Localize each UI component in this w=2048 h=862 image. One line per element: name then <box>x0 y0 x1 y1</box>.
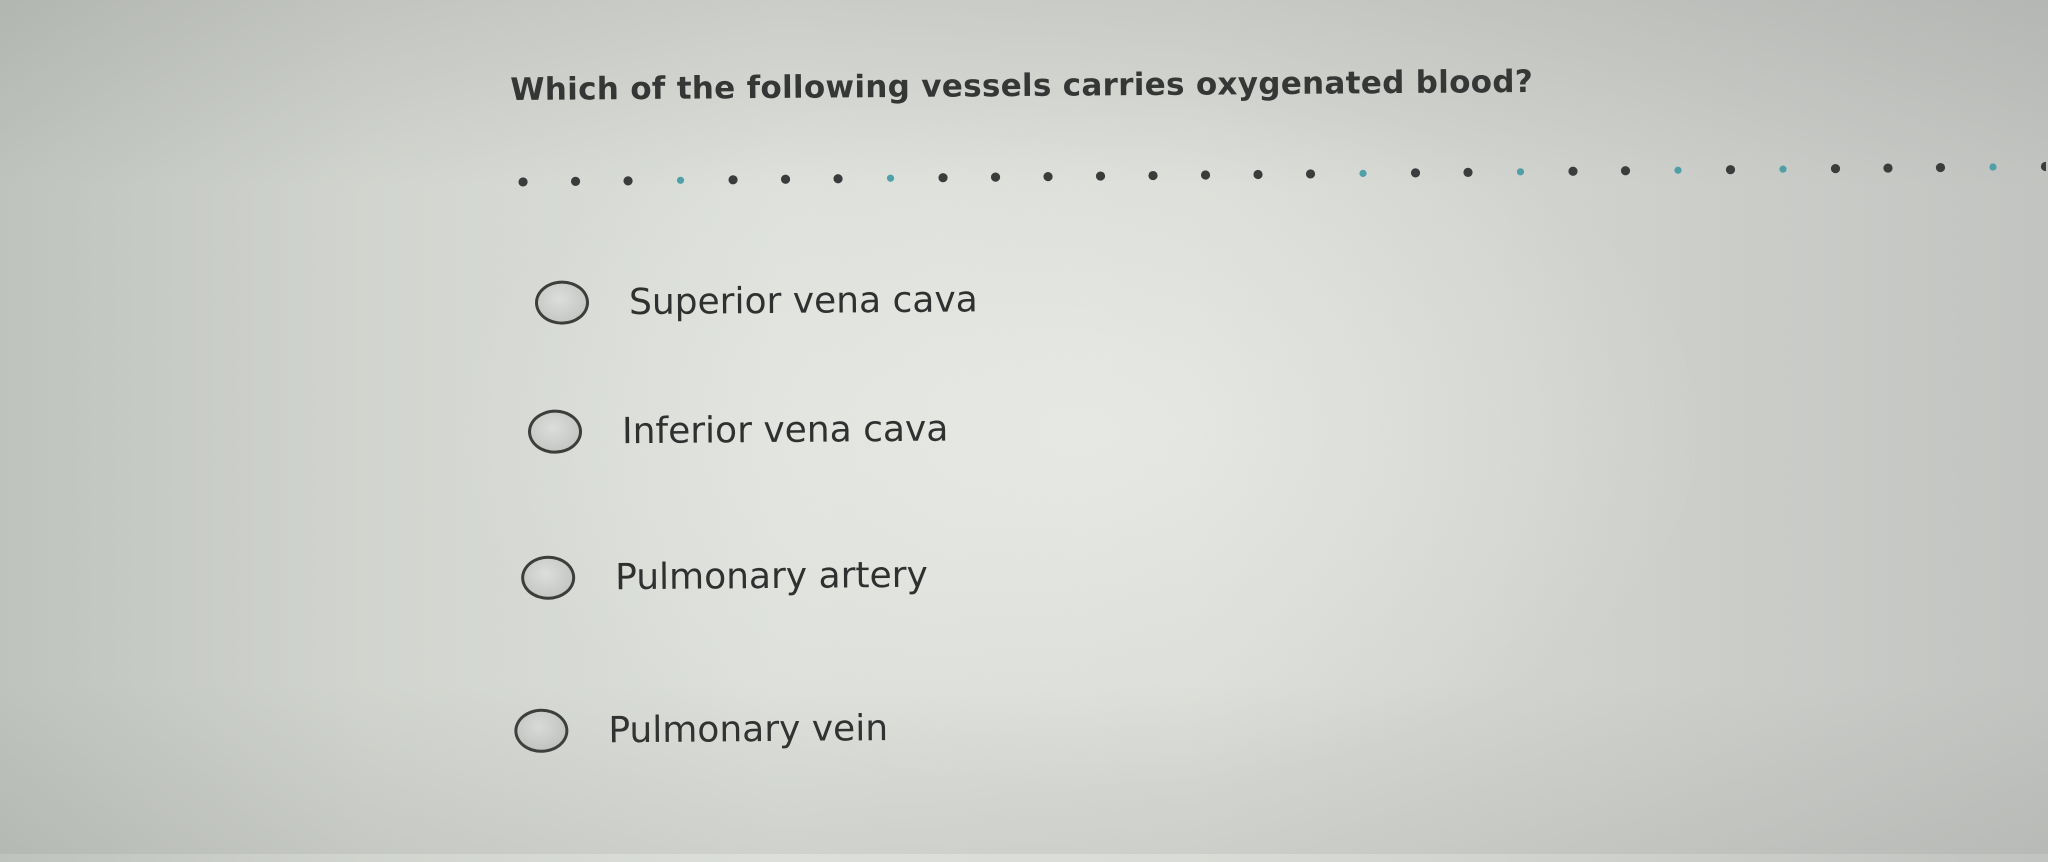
option-superior-vena-cava[interactable]: Superior vena cava <box>534 277 978 325</box>
option-label: Inferior vena cava <box>621 408 949 452</box>
option-pulmonary-vein[interactable]: Pulmonary vein <box>514 706 889 754</box>
option-pulmonary-artery[interactable]: Pulmonary artery <box>520 553 928 600</box>
radio-button[interactable] <box>534 280 590 325</box>
option-label: Pulmonary artery <box>615 554 928 598</box>
radio-button[interactable] <box>520 555 576 600</box>
option-inferior-vena-cava[interactable]: Inferior vena cava <box>527 407 949 454</box>
option-label: Superior vena cava <box>628 278 978 323</box>
answer-options: Superior vena cava Inferior vena cava Pu… <box>0 0 2048 862</box>
radio-button[interactable] <box>527 409 583 454</box>
radio-button[interactable] <box>514 708 569 754</box>
quiz-screen: Which of the following vessels carries o… <box>0 0 2048 862</box>
option-label: Pulmonary vein <box>608 707 889 751</box>
